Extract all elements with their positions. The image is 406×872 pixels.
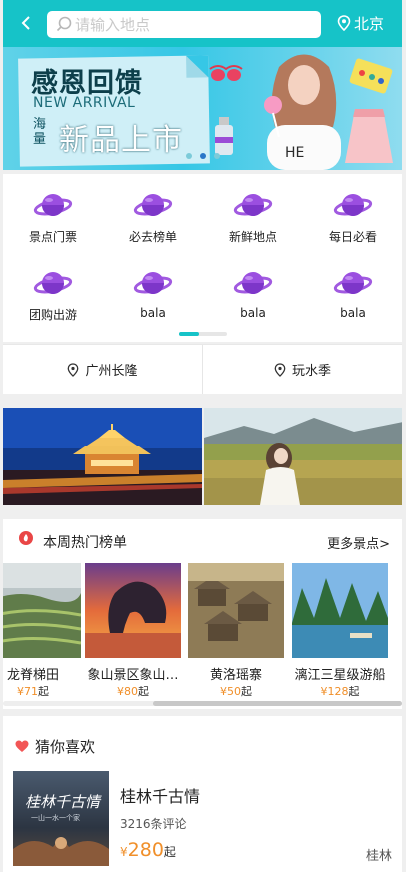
category-item-biqu[interactable]: 必去榜单: [103, 174, 203, 244]
city-selector[interactable]: 北京: [337, 12, 384, 34]
hot-item-longji[interactable]: 龙脊梯田 ¥71起: [3, 563, 81, 699]
location-pin-icon: [68, 362, 79, 377]
category-item-jingdian[interactable]: 景点门票: [3, 174, 103, 244]
banner-sunglasses-icon: [209, 65, 243, 81]
hot-item-price: ¥128起: [320, 685, 360, 698]
photo-grassland[interactable]: [203, 408, 402, 505]
category-grid: 景点门票 必去榜单 新鲜地点 每日必看 团购出游 bala bala bala: [3, 174, 402, 342]
planet-icon: [333, 194, 373, 216]
category-item-xinxian[interactable]: 新鲜地点: [203, 174, 303, 244]
heart-icon: [15, 740, 29, 752]
planet-icon: [33, 272, 73, 294]
hot-item-lijiang[interactable]: 漓江三星级游船 ¥128起: [292, 563, 388, 699]
chevron-left-icon: [21, 16, 30, 30]
category-label: 新鲜地点: [228, 230, 277, 244]
category-label: bala: [140, 306, 166, 320]
category-label: 每日必看: [328, 230, 377, 244]
back-button[interactable]: [15, 12, 37, 34]
recommendation-price: ¥280起: [120, 839, 176, 861]
hot-item-price: ¥50起: [220, 685, 252, 698]
banner-dot[interactable]: [186, 153, 192, 159]
banner-main-text: 新品上市: [59, 123, 183, 158]
hot-list-scrollbar-thumb[interactable]: [153, 701, 402, 706]
category-label: 必去榜单: [128, 230, 177, 244]
category-label: bala: [340, 306, 366, 320]
category-label: 团购出游: [28, 308, 77, 322]
hot-item-image: [85, 563, 181, 658]
hot-item-price: ¥71起: [17, 685, 49, 698]
location-pin-icon: [274, 362, 286, 377]
more-attractions-link[interactable]: 更多景点>: [327, 533, 390, 552]
hot-list-header: 本周热门榜单 更多景点>: [3, 529, 402, 555]
category-label: 景点门票: [28, 230, 77, 244]
photo-grassland-illustration: [203, 408, 402, 505]
recommendation-card[interactable]: 桂林千古情 一山一水一个家 桂林千古情 3216条评论 ¥280起 桂林: [13, 771, 398, 869]
photo-xian-bell-tower[interactable]: [3, 408, 202, 505]
top-bar: 北京: [3, 0, 402, 47]
category-label: bala: [240, 306, 266, 320]
hot-icon: [19, 531, 33, 545]
category-item-bala[interactable]: bala: [303, 252, 403, 322]
featured-photos: [3, 408, 402, 505]
location-shortcut-label: 广州长隆: [85, 364, 138, 379]
planet-icon: [133, 272, 173, 294]
location-shortcut-wanshui[interactable]: 玩水季: [202, 345, 402, 394]
hot-item-name: 龙脊梯田: [6, 668, 59, 683]
category-item-tuangou[interactable]: 团购出游: [3, 252, 103, 322]
planet-icon: [233, 272, 273, 294]
location-shortcuts: 广州长隆 玩水季: [3, 344, 402, 394]
location-shortcut-label: 玩水季: [291, 364, 331, 379]
guess-you-like-section: 猜你喜欢 桂林千古情 一山一水一个家 桂林千古情 3216条评论 ¥280起 桂…: [3, 716, 402, 872]
hot-item-name: 黄洛瑶寨: [209, 668, 262, 683]
hot-item-price: ¥80起: [117, 685, 149, 698]
category-item-bala[interactable]: bala: [103, 252, 203, 322]
banner-subtitle: NEW ARRIVAL: [33, 95, 136, 111]
hot-item-image: [188, 563, 284, 658]
category-item-bala[interactable]: bala: [203, 252, 303, 322]
guess-header: 猜你喜欢: [15, 736, 95, 757]
planet-icon: [233, 194, 273, 216]
search-input[interactable]: [75, 11, 315, 38]
recommendation-image: 桂林千古情 一山一水一个家: [13, 771, 109, 866]
city-name: 北京: [353, 14, 384, 33]
location-shortcut-guangzhou[interactable]: 广州长隆: [3, 345, 202, 394]
hot-list-scrollbar[interactable]: [3, 701, 402, 706]
banner-skirt-icon: [345, 109, 393, 163]
recommendation-reviews: 3216条评论: [120, 817, 187, 831]
search-icon: [56, 16, 72, 32]
banner-pager: [186, 153, 220, 159]
banner-palette-icon: [349, 58, 393, 94]
banner-bottle-icon: [215, 117, 233, 155]
category-pager-indicator: [179, 332, 199, 336]
guess-title: 猜你喜欢: [35, 738, 96, 756]
planet-icon: [133, 194, 173, 216]
hot-item-image: [292, 563, 388, 658]
hot-list-section: 本周热门榜单 更多景点> 龙脊梯田 ¥71起 象山景区象山… ¥80起 黄洛瑶寨…: [3, 519, 402, 709]
recommendation-name: 桂林千古情: [120, 787, 201, 806]
category-pager: [179, 332, 227, 336]
planet-icon: [333, 272, 373, 294]
hot-item-xiangshan[interactable]: 象山景区象山… ¥80起: [85, 563, 181, 699]
hot-item-image: [3, 563, 81, 658]
hot-item-name: 象山景区象山…: [87, 668, 179, 683]
promo-banner[interactable]: 感恩回馈 NEW ARRIVAL 海量 新品上市 HE: [3, 47, 402, 170]
banner-dot-active[interactable]: [200, 153, 206, 159]
search-box[interactable]: [47, 11, 321, 38]
location-pin-icon: [337, 15, 351, 31]
category-item-meiri[interactable]: 每日必看: [303, 174, 403, 244]
recommendation-image-title: 桂林千古情: [25, 793, 101, 811]
banner-dot[interactable]: [214, 153, 220, 159]
banner-side-text: 海量: [33, 117, 47, 147]
recommendation-city: 桂林: [365, 849, 392, 864]
hot-item-name: 漓江三星级游船: [294, 668, 386, 683]
recommendation-image-subtitle: 一山一水一个家: [31, 814, 80, 822]
planet-icon: [33, 194, 73, 216]
svg-text:HE: HE: [285, 145, 304, 161]
hot-list-title: 本周热门榜单: [43, 535, 127, 551]
hot-item-huangluo[interactable]: 黄洛瑶寨 ¥50起: [188, 563, 284, 699]
photo-bell-tower-illustration: [3, 408, 202, 505]
